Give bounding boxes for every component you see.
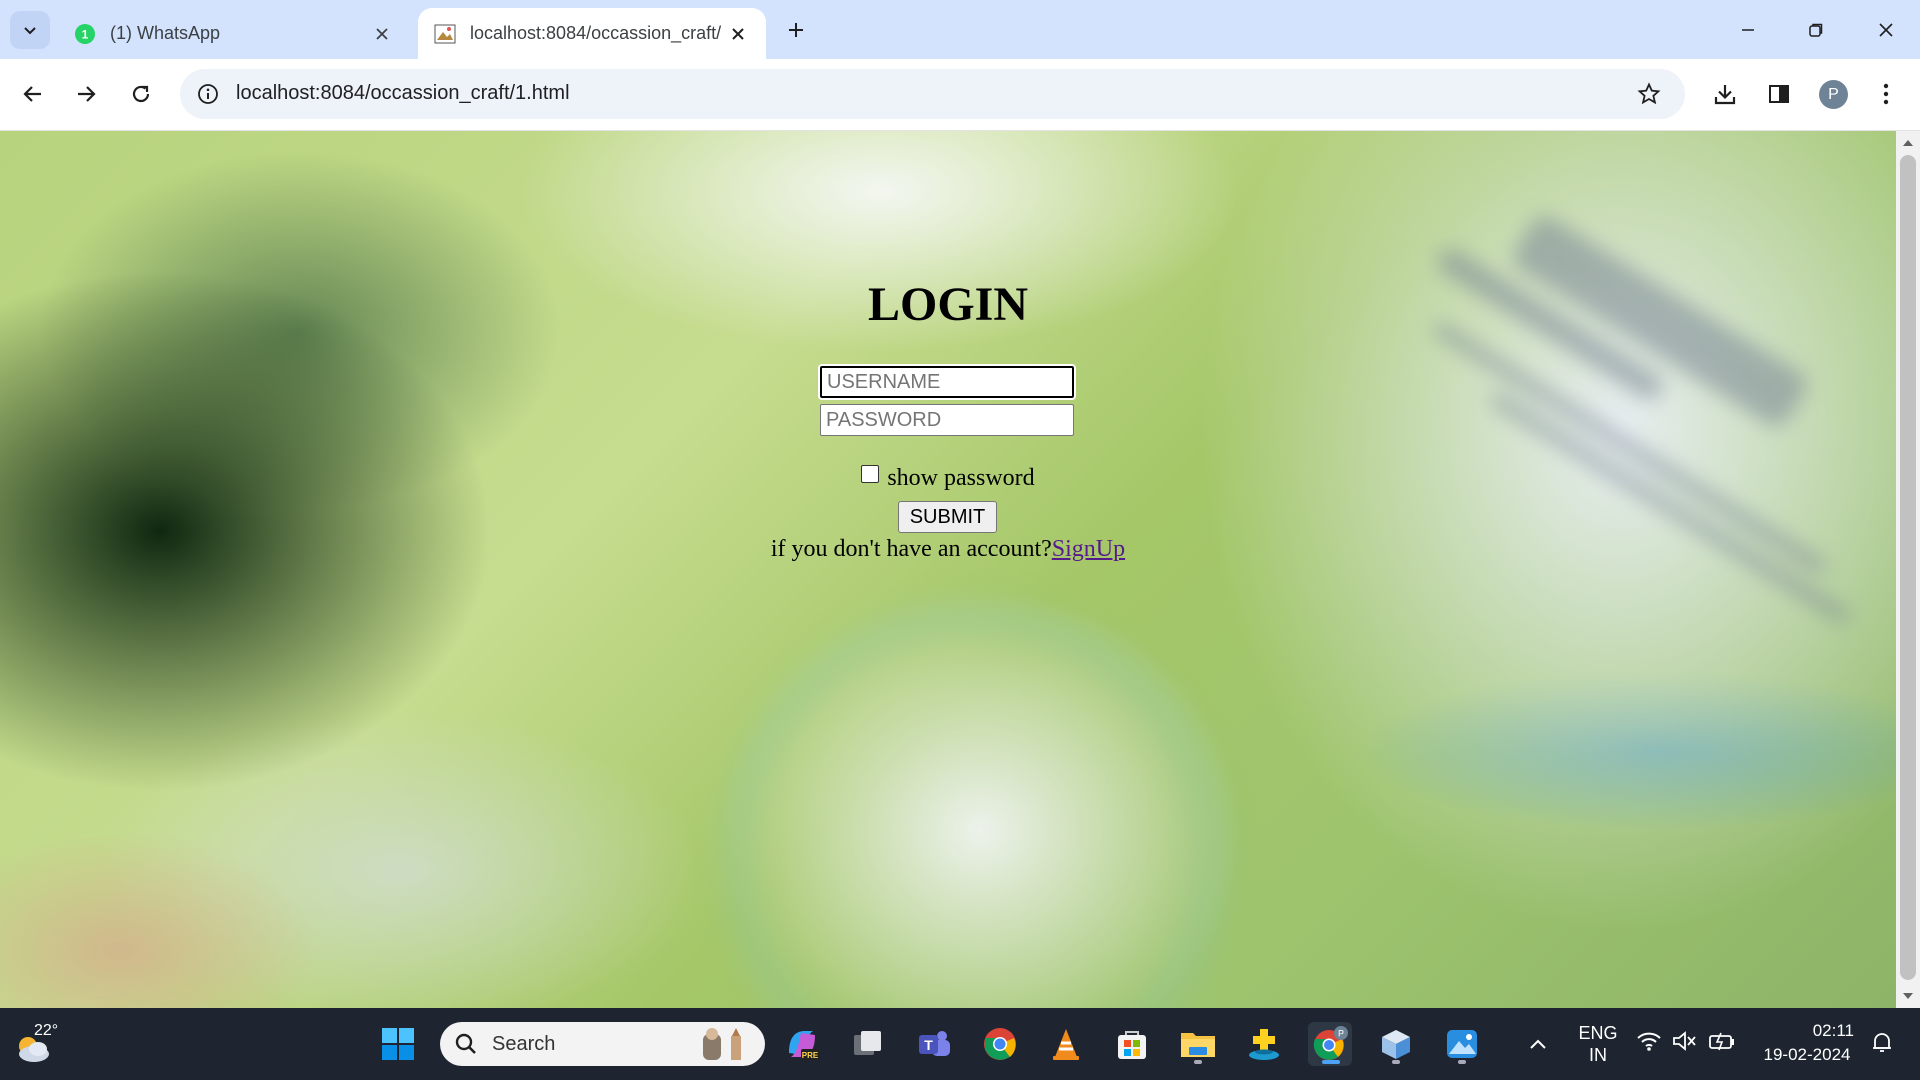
submit-button[interactable]: SUBMIT — [898, 501, 997, 533]
search-icon — [455, 1033, 476, 1054]
new-tab-button[interactable] — [780, 14, 812, 46]
side-panel-button[interactable] — [1759, 74, 1799, 114]
show-password-row: show password — [0, 465, 1896, 492]
notifications-button[interactable] — [1870, 1030, 1894, 1059]
svg-text:1: 1 — [82, 27, 89, 41]
system-tray-icons[interactable] — [1636, 1030, 1736, 1052]
show-password-label[interactable]: show password — [887, 465, 1034, 491]
signup-prompt: if you don't have an account? — [770, 536, 1052, 562]
svg-text:PRE: PRE — [802, 1051, 819, 1060]
menu-button[interactable] — [1866, 74, 1906, 114]
close-window-button[interactable] — [1852, 0, 1920, 59]
weather-temp: 22° — [34, 1022, 59, 1039]
forward-button[interactable] — [66, 74, 106, 114]
bookmark-star-icon[interactable] — [1633, 78, 1665, 110]
address-bar[interactable]: localhost:8084/occassion_craft/1.html — [180, 69, 1685, 119]
photos-icon[interactable] — [1440, 1022, 1484, 1066]
clock-date: 19-02-2024 — [1763, 1045, 1851, 1064]
teams-icon[interactable]: T — [912, 1022, 956, 1066]
whatsapp-icon: 1 — [75, 23, 95, 44]
tab-occassion-craft[interactable]: localhost:8084/occassion_craft/ — [418, 8, 766, 59]
profile-avatar[interactable]: P — [1819, 80, 1848, 109]
vlc-icon[interactable] — [1044, 1022, 1088, 1066]
scrollbar-thumb[interactable] — [1900, 155, 1916, 980]
svg-text:T: T — [924, 1037, 933, 1053]
close-tab-icon[interactable] — [726, 22, 750, 46]
chevron-down-icon — [24, 27, 36, 35]
weather-widget[interactable]: 22° — [12, 1020, 72, 1070]
arrow-right-icon — [78, 86, 96, 102]
tab-search-button[interactable] — [10, 11, 50, 49]
arrow-left-icon — [23, 86, 41, 102]
reload-icon — [132, 85, 150, 103]
health-app-icon[interactable] — [1242, 1022, 1286, 1066]
site-info-icon[interactable] — [192, 78, 224, 110]
chrome-icon[interactable] — [978, 1022, 1022, 1066]
reload-button[interactable] — [121, 74, 161, 114]
wifi-icon — [1637, 1032, 1661, 1051]
3d-box-icon[interactable] — [1374, 1022, 1418, 1066]
tab-title: localhost:8084/occassion_craft/ — [470, 23, 722, 43]
tab-strip: 1 (1) WhatsApp localhost:8084/occassion_… — [0, 0, 1920, 59]
side-panel-icon — [1769, 85, 1789, 103]
region-code: IN — [1589, 1045, 1607, 1065]
language-indicator[interactable]: ENG IN — [1568, 1022, 1628, 1066]
browser-toolbar: localhost:8084/occassion_craft/1.html P — [0, 59, 1920, 131]
page-background-image — [0, 131, 1896, 1008]
store-icon[interactable] — [1110, 1022, 1154, 1066]
password-input[interactable] — [820, 404, 1074, 436]
taskbar-search-box[interactable]: Search — [440, 1022, 765, 1066]
show-hidden-icons-button[interactable] — [1516, 1022, 1560, 1066]
search-highlight-illustration-icon — [703, 1028, 741, 1060]
volume-muted-icon — [1673, 1031, 1696, 1051]
file-explorer-icon[interactable] — [1176, 1022, 1220, 1066]
tab-title: (1) WhatsApp — [110, 23, 221, 43]
svg-text:P: P — [1338, 1029, 1344, 1039]
chevron-up-icon — [1530, 1039, 1546, 1049]
username-input[interactable] — [818, 364, 1076, 400]
signup-link[interactable]: SignUp — [1052, 536, 1125, 562]
scroll-up-arrow-icon[interactable] — [1900, 135, 1916, 151]
url-text[interactable]: localhost:8084/occassion_craft/1.html — [236, 82, 570, 105]
taskbar: 22° Search PRE T P — [0, 1008, 1920, 1080]
page-favicon-icon — [434, 24, 456, 43]
page-scrollbar[interactable] — [1896, 131, 1920, 1008]
start-button[interactable] — [376, 1022, 420, 1066]
battery-charging-icon — [1709, 1032, 1734, 1051]
back-button[interactable] — [13, 74, 53, 114]
windows-logo-icon — [382, 1028, 414, 1060]
minimize-icon — [1742, 28, 1754, 31]
login-heading: LOGIN — [867, 278, 1029, 331]
copilot-icon[interactable]: PRE — [780, 1022, 824, 1066]
close-icon — [1879, 22, 1893, 37]
tab-whatsapp[interactable]: 1 (1) WhatsApp — [58, 8, 410, 59]
clock[interactable]: 02:11 19-02-2024 — [1752, 1019, 1862, 1067]
chrome-profile-icon[interactable]: P — [1308, 1022, 1352, 1066]
downloads-button[interactable] — [1705, 74, 1745, 114]
close-tab-icon[interactable] — [370, 22, 394, 46]
task-view-icon[interactable] — [846, 1022, 890, 1066]
show-password-checkbox[interactable] — [861, 465, 880, 483]
scroll-down-arrow-icon[interactable] — [1900, 988, 1916, 1004]
plus-icon — [789, 23, 803, 37]
signup-row: if you don't have an account?SignUp — [0, 536, 1896, 563]
running-indicator — [1392, 1060, 1400, 1064]
background-decoration — [720, 601, 1228, 1008]
language-code: ENG — [1578, 1023, 1618, 1043]
running-indicator — [1458, 1060, 1466, 1064]
restore-button[interactable] — [1782, 0, 1850, 59]
more-vertical-icon — [1883, 83, 1889, 105]
running-indicator — [1194, 1060, 1202, 1064]
notification-bell-icon — [1873, 1033, 1891, 1052]
clock-time: 02:11 — [1812, 1021, 1854, 1040]
minimize-button[interactable] — [1714, 0, 1782, 59]
search-label: Search — [492, 1033, 556, 1055]
active-indicator — [1322, 1060, 1340, 1064]
download-icon — [1714, 85, 1736, 105]
restore-icon — [1809, 23, 1823, 37]
